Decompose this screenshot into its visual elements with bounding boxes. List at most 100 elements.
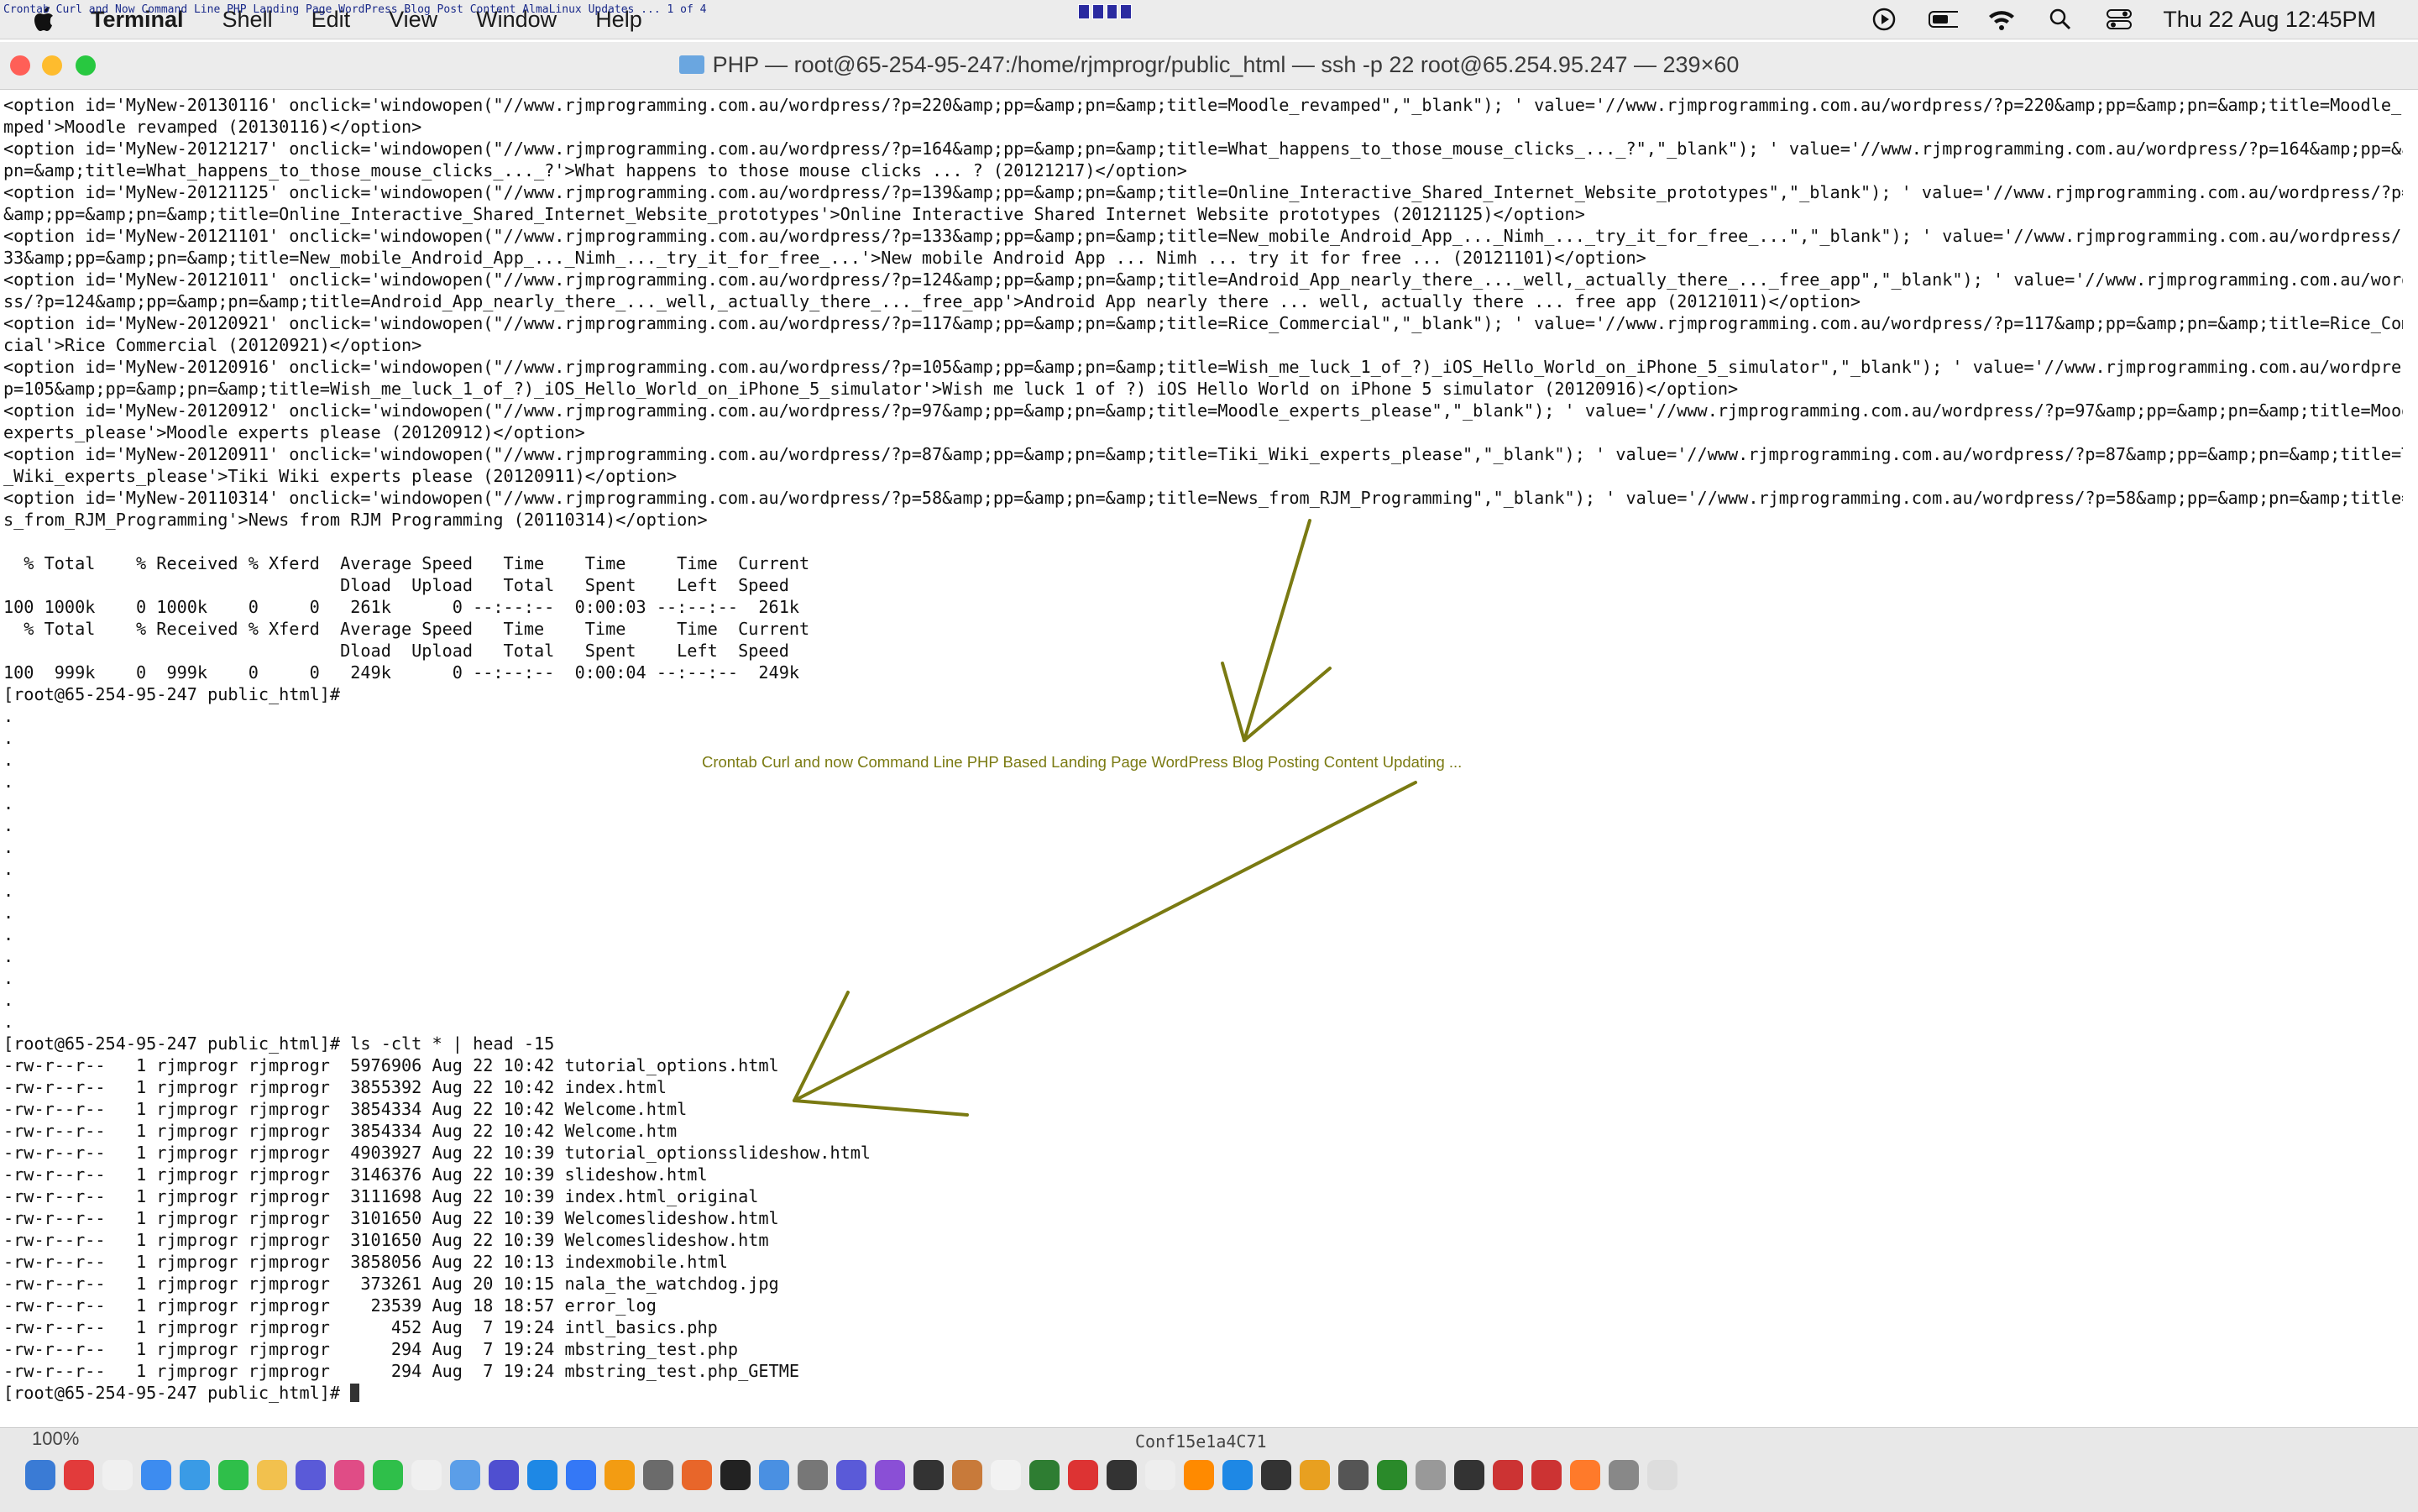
terminal-line: . [3,881,14,901]
dock-app-icon[interactable] [604,1460,635,1490]
terminal-line: . [3,1012,14,1032]
dock-app-icon[interactable] [1184,1460,1214,1490]
terminal-line: [root@65-254-95-247 public_html]# [3,684,341,704]
terminal-line: <option id='MyNew-20121217' onclick='win… [3,139,2403,159]
terminal-line: 100 1000k 0 1000k 0 0 261k 0 --:--:-- 0:… [3,597,800,617]
terminal-line: -rw-r--r-- 1 rjmprogr rjmprogr 3101650 A… [3,1230,769,1250]
play-circle-icon[interactable] [1869,7,1899,32]
battery-icon[interactable] [1928,7,1959,32]
dock-app-icon[interactable] [64,1460,94,1490]
dock-app-icon[interactable] [1570,1460,1600,1490]
dock-app-icon[interactable] [411,1460,442,1490]
dock-app-icon[interactable] [643,1460,673,1490]
terminal-line: -rw-r--r-- 1 rjmprogr rjmprogr 3855392 A… [3,1077,667,1097]
dock-app-icon[interactable] [836,1460,866,1490]
dock-app-icon[interactable] [1377,1460,1407,1490]
dock-app-icon[interactable] [566,1460,596,1490]
dock-app-icon[interactable] [180,1460,210,1490]
terminal-line: [root@65-254-95-247 public_html]# ls -cl… [3,1033,555,1054]
terminal-line: . [3,706,14,726]
terminal-line: -rw-r--r-- 1 rjmprogr rjmprogr 3854334 A… [3,1099,688,1119]
dock: 100% Conf15e1a4C71 [0,1427,2418,1512]
terminal-line: mped'>Moodle revamped (20130116)</option… [3,117,422,137]
terminal-line: -rw-r--r-- 1 rjmprogr rjmprogr 23539 Aug… [3,1295,657,1316]
dock-app-icon[interactable] [25,1460,55,1490]
terminal-line: Dload Upload Total Spent Left Speed [3,575,789,595]
terminal-line: -rw-r--r-- 1 rjmprogr rjmprogr 452 Aug 7… [3,1317,718,1337]
dock-app-icon[interactable] [1145,1460,1175,1490]
dock-app-icon[interactable] [334,1460,364,1490]
terminal-line: . [3,968,14,988]
annotation-label: Crontab Curl and now Command Line PHP Ba… [702,753,1463,771]
dock-app-icon[interactable] [798,1460,828,1490]
terminal-line: <option id='MyNew-20120916' onclick='win… [3,357,2403,377]
dock-app-icon[interactable] [1493,1460,1523,1490]
window-title: PHP — root@65-254-95-247:/home/rjmprogr/… [0,52,2418,78]
terminal-line: <option id='MyNew-20120912' onclick='win… [3,400,2403,421]
terminal-line: &amp;pp=&amp;pn=&amp;title=Online_Intera… [3,204,1585,224]
dock-app-icon[interactable] [527,1460,557,1490]
dock-icons [25,1460,1677,1507]
dock-app-icon[interactable] [875,1460,905,1490]
folder-icon [678,55,704,74]
control-center-icon[interactable] [2104,7,2134,32]
menu-clock[interactable]: Thu 22 Aug 12:45PM [2163,7,2376,33]
dock-app-icon[interactable] [1222,1460,1253,1490]
dock-snippet: Conf15e1a4C71 [1135,1431,1267,1452]
terminal-line: cial'>Rice Commercial (20120921)</option… [3,335,422,355]
terminal-line: -rw-r--r-- 1 rjmprogr rjmprogr 373261 Au… [3,1274,779,1294]
dock-app-icon[interactable] [1647,1460,1677,1490]
window-title-bar[interactable]: PHP — root@65-254-95-247:/home/rjmprogr/… [0,42,2418,90]
terminal-line: % Total % Received % Xferd Average Speed… [3,619,810,639]
dock-app-icon[interactable] [1609,1460,1639,1490]
wifi-icon[interactable] [1986,7,2017,32]
terminal-line: experts_please'>Moodle experts please (2… [3,422,585,442]
terminal-line: <option id='MyNew-20121011' onclick='win… [3,269,2403,290]
terminal-line: <option id='MyNew-20121125' onclick='win… [3,182,2403,202]
dock-app-icon[interactable] [759,1460,789,1490]
terminal-line: -rw-r--r-- 1 rjmprogr rjmprogr 5976906 A… [3,1055,779,1075]
dock-app-icon[interactable] [1531,1460,1562,1490]
terminal-line: s_from_RJM_Programming'>News from RJM Pr… [3,510,708,530]
dock-app-icon[interactable] [489,1460,519,1490]
terminal-line: -rw-r--r-- 1 rjmprogr rjmprogr 3111698 A… [3,1186,759,1206]
dock-app-icon[interactable] [952,1460,982,1490]
terminal-prompt: [root@65-254-95-247 public_html]# [3,1383,351,1403]
zoom-level: 100% [32,1428,80,1449]
terminal-line: . [3,772,14,792]
terminal-line: . [3,946,14,966]
terminal-line: 100 999k 0 999k 0 0 249k 0 --:--:-- 0:00… [3,662,800,683]
dock-app-icon[interactable] [1416,1460,1446,1490]
dock-app-icon[interactable] [720,1460,751,1490]
dock-app-icon[interactable] [218,1460,249,1490]
dock-app-icon[interactable] [257,1460,287,1490]
dock-app-icon[interactable] [1300,1460,1330,1490]
terminal-line: _Wiki_experts_please'>Tiki Wiki experts … [3,466,678,486]
terminal-line: . [3,793,14,814]
terminal-line: . [3,990,14,1010]
dock-app-icon[interactable] [1338,1460,1369,1490]
terminal-output: <option id='MyNew-20130116' onclick='win… [0,91,2403,1404]
dock-app-icon[interactable] [1454,1460,1484,1490]
dock-app-icon[interactable] [1261,1460,1291,1490]
dock-app-icon[interactable] [1107,1460,1137,1490]
terminal-line: <option id='MyNew-20110314' onclick='win… [3,488,2403,508]
dock-app-icon[interactable] [373,1460,403,1490]
menu-bar: Crontab Curl and Now Command Line PHP La… [0,0,2418,39]
terminal-line: -rw-r--r-- 1 rjmprogr rjmprogr 4903927 A… [3,1143,871,1163]
dock-app-icon[interactable] [141,1460,171,1490]
dock-app-icon[interactable] [450,1460,480,1490]
dock-app-icon[interactable] [296,1460,326,1490]
dock-app-icon[interactable] [682,1460,712,1490]
search-icon[interactable] [2045,7,2075,32]
dock-app-icon[interactable] [991,1460,1021,1490]
terminal-cursor [350,1384,360,1402]
dock-app-icon[interactable] [102,1460,133,1490]
terminal-line: -rw-r--r-- 1 rjmprogr rjmprogr 3101650 A… [3,1208,779,1228]
terminal-line: . [3,902,14,923]
terminal-line: . [3,728,14,748]
dock-app-icon[interactable] [913,1460,944,1490]
dock-app-icon[interactable] [1068,1460,1098,1490]
dock-app-icon[interactable] [1029,1460,1060,1490]
terminal-line: <option id='MyNew-20120911' onclick='win… [3,444,2403,464]
